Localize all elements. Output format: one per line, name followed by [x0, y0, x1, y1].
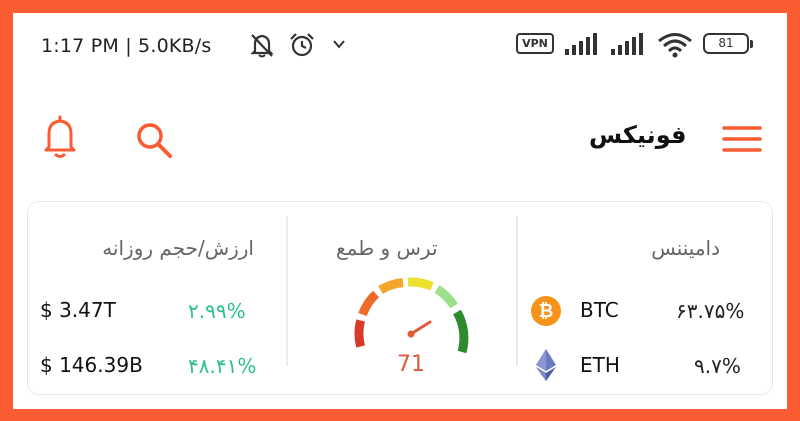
battery-icon: 81: [703, 33, 753, 54]
search-icon[interactable]: [133, 119, 175, 165]
app-frame: 1:17 PM | 5.0KB/s VPN 81 فونیکس ارزش/حجم…: [0, 0, 800, 421]
status-bar: 1:17 PM | 5.0KB/s VPN 81: [13, 13, 787, 75]
btc-dominance: ۶۳.۷۵%: [676, 299, 745, 323]
fear-greed-value: 71: [397, 352, 425, 377]
market-cap-value: $ 3.47T: [40, 298, 116, 322]
bitcoin-icon: ₿: [530, 295, 562, 331]
volume-change: ۴۸.۴۱%: [188, 354, 257, 378]
value-volume-title: ارزش/حجم روزانه: [102, 236, 254, 260]
market-cap-change: ۲.۹۹%: [188, 299, 246, 323]
divider: [516, 216, 518, 366]
fear-greed-title: ترس و طمع: [336, 236, 438, 260]
divider: [286, 216, 288, 366]
signal-icon: [609, 31, 647, 61]
menu-icon[interactable]: [721, 123, 763, 159]
market-overview-card: ارزش/حجم روزانه $ 3.47T ۲.۹۹% $ 146.39B …: [27, 201, 773, 395]
btc-symbol: BTC: [580, 298, 619, 322]
eth-dominance: ۹.۷%: [694, 354, 741, 378]
ethereum-icon: [534, 348, 558, 386]
signal-icon: [563, 31, 601, 61]
app-title: فونیکس: [589, 121, 687, 149]
svg-text:₿: ₿: [539, 301, 554, 322]
dominance-title: دامیننس: [651, 236, 720, 260]
eth-symbol: ETH: [580, 353, 620, 377]
status-time-speed: 1:17 PM | 5.0KB/s: [41, 35, 212, 57]
volume-value: $ 146.39B: [40, 353, 143, 377]
app-header: فونیکس: [13, 105, 787, 175]
alarm-icon: [287, 31, 317, 63]
bell-icon[interactable]: [40, 113, 80, 167]
vpn-badge: VPN: [516, 33, 554, 54]
chevron-down-icon[interactable]: [329, 35, 349, 57]
notifications-off-icon: [247, 31, 277, 63]
wifi-icon: [656, 31, 694, 63]
